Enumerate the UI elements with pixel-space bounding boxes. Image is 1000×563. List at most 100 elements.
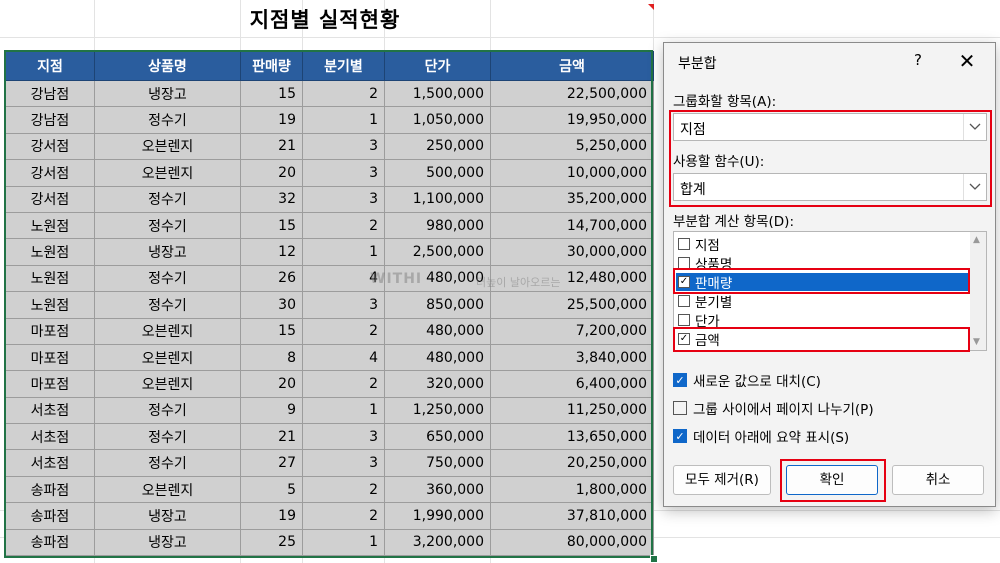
table-cell[interactable]: 20,250,000 bbox=[490, 449, 654, 477]
table-cell[interactable]: 노원점 bbox=[5, 291, 95, 319]
table-cell[interactable]: 1 bbox=[302, 528, 385, 557]
calc-item[interactable]: ✓ 금액 bbox=[676, 330, 968, 349]
checkbox-unchecked-icon[interactable] bbox=[678, 314, 690, 326]
table-cell[interactable]: 3 bbox=[302, 449, 385, 477]
table-cell[interactable]: 19,950,000 bbox=[490, 106, 654, 134]
table-cell[interactable]: 3 bbox=[302, 159, 385, 187]
table-cell[interactable]: 7,200,000 bbox=[490, 317, 654, 345]
table-cell[interactable]: 2 bbox=[302, 502, 385, 530]
table-cell[interactable]: 3 bbox=[302, 132, 385, 161]
header-cell[interactable]: 지점 bbox=[5, 51, 95, 81]
table-cell[interactable]: 1 bbox=[302, 106, 385, 134]
close-button[interactable]: ✕ bbox=[954, 48, 980, 74]
table-cell[interactable]: 송파점 bbox=[5, 475, 95, 504]
table-cell[interactable]: 정수기 bbox=[94, 185, 241, 213]
chevron-down-icon[interactable] bbox=[963, 114, 986, 140]
table-cell[interactable]: 송파점 bbox=[5, 528, 95, 557]
table-cell[interactable]: 마포점 bbox=[5, 343, 95, 372]
table-cell[interactable]: 정수기 bbox=[94, 106, 241, 134]
table-cell[interactable]: 8 bbox=[240, 343, 303, 372]
table-cell[interactable]: 4 bbox=[302, 343, 385, 372]
table-cell[interactable]: 80,000,000 bbox=[490, 528, 654, 557]
table-cell[interactable]: 정수기 bbox=[94, 264, 241, 293]
table-cell[interactable]: 마포점 bbox=[5, 370, 95, 398]
list-scrollbar[interactable]: ▲ ▼ bbox=[970, 232, 986, 350]
table-cell[interactable]: 21 bbox=[240, 132, 303, 161]
table-cell[interactable]: 서초점 bbox=[5, 396, 95, 425]
table-cell[interactable]: 정수기 bbox=[94, 211, 241, 240]
table-cell[interactable]: 3,840,000 bbox=[490, 343, 654, 372]
header-cell[interactable]: 분기별 bbox=[302, 51, 385, 81]
table-cell[interactable]: 강서점 bbox=[5, 159, 95, 187]
table-cell[interactable]: 마포점 bbox=[5, 317, 95, 345]
checkbox-checked-icon[interactable]: ✓ bbox=[678, 276, 690, 288]
table-cell[interactable]: 500,000 bbox=[384, 159, 491, 187]
table-cell[interactable]: 정수기 bbox=[94, 396, 241, 425]
table-cell[interactable]: 5 bbox=[240, 475, 303, 504]
calc-items-list[interactable]: 지점 상품명 ✓ 판매량 분기별 단가 ✓ 금액 ▲ ▼ bbox=[673, 231, 987, 351]
table-cell[interactable]: 노원점 bbox=[5, 211, 95, 240]
checkbox-unchecked-icon[interactable] bbox=[678, 238, 690, 250]
checkbox-checked-icon[interactable]: ✓ bbox=[678, 333, 690, 345]
table-cell[interactable]: 2 bbox=[302, 211, 385, 240]
table-cell[interactable]: 6,400,000 bbox=[490, 370, 654, 398]
table-cell[interactable]: 서초점 bbox=[5, 423, 95, 451]
table-cell[interactable]: 480,000 bbox=[384, 343, 491, 372]
calc-item[interactable]: ✓ 판매량 bbox=[676, 273, 968, 292]
table-cell[interactable]: 3 bbox=[302, 185, 385, 213]
calc-item[interactable]: 상품명 bbox=[676, 254, 968, 273]
table-cell[interactable]: 15 bbox=[240, 211, 303, 240]
table-cell[interactable]: 11,250,000 bbox=[490, 396, 654, 425]
header-cell[interactable]: 판매량 bbox=[240, 51, 303, 81]
table-cell[interactable]: 850,000 bbox=[384, 291, 491, 319]
summary-option[interactable]: ✓ 데이터 아래에 요약 표시(S) bbox=[673, 426, 849, 446]
table-cell[interactable]: 1,990,000 bbox=[384, 502, 491, 530]
calc-item[interactable]: 분기별 bbox=[676, 292, 968, 311]
replace-option[interactable]: ✓ 새로운 값으로 대치(C) bbox=[673, 370, 821, 390]
ok-button[interactable]: 확인 bbox=[786, 465, 878, 495]
table-cell[interactable]: 강서점 bbox=[5, 185, 95, 213]
table-cell[interactable]: 냉장고 bbox=[94, 238, 241, 266]
table-cell[interactable]: 360,000 bbox=[384, 475, 491, 504]
table-cell[interactable]: 1,250,000 bbox=[384, 396, 491, 425]
checkbox-checked-icon[interactable]: ✓ bbox=[673, 373, 687, 387]
table-cell[interactable]: 650,000 bbox=[384, 423, 491, 451]
header-cell[interactable]: 단가 bbox=[384, 51, 491, 81]
table-cell[interactable]: 22,500,000 bbox=[490, 79, 654, 108]
table-cell[interactable]: 3,200,000 bbox=[384, 528, 491, 557]
scroll-up-icon[interactable]: ▲ bbox=[973, 235, 980, 245]
checkbox-unchecked-icon[interactable] bbox=[678, 295, 690, 307]
table-cell[interactable]: 서초점 bbox=[5, 449, 95, 477]
fill-handle[interactable] bbox=[650, 555, 658, 563]
table-cell[interactable]: 노원점 bbox=[5, 238, 95, 266]
table-cell[interactable]: 오븐렌지 bbox=[94, 370, 241, 398]
calc-item[interactable]: 지점 bbox=[676, 235, 968, 254]
table-cell[interactable]: 35,200,000 bbox=[490, 185, 654, 213]
table-cell[interactable]: 2 bbox=[302, 317, 385, 345]
table-cell[interactable]: 강남점 bbox=[5, 106, 95, 134]
chevron-down-icon[interactable] bbox=[963, 174, 986, 200]
table-cell[interactable]: 14,700,000 bbox=[490, 211, 654, 240]
table-cell[interactable]: 13,650,000 bbox=[490, 423, 654, 451]
table-cell[interactable]: 송파점 bbox=[5, 502, 95, 530]
checkbox-checked-icon[interactable]: ✓ bbox=[673, 429, 687, 443]
table-cell[interactable]: 3 bbox=[302, 423, 385, 451]
table-cell[interactable]: 1 bbox=[302, 396, 385, 425]
table-cell[interactable]: 26 bbox=[240, 264, 303, 293]
table-cell[interactable]: 980,000 bbox=[384, 211, 491, 240]
table-cell[interactable]: 30 bbox=[240, 291, 303, 319]
table-cell[interactable]: 강서점 bbox=[5, 132, 95, 161]
table-cell[interactable]: 2 bbox=[302, 370, 385, 398]
table-cell[interactable]: 강남점 bbox=[5, 79, 95, 108]
data-table[interactable]: 지점 상품명 판매량 분기별 단가 금액 강남점 냉장고 15 2 1,500,000 2… bbox=[5, 51, 654, 557]
table-cell[interactable]: 15 bbox=[240, 79, 303, 108]
table-cell[interactable]: 1,800,000 bbox=[490, 475, 654, 504]
group-by-dropdown[interactable]: 지점 bbox=[673, 113, 987, 141]
table-cell[interactable]: 오븐렌지 bbox=[94, 317, 241, 345]
table-cell[interactable]: 10,000,000 bbox=[490, 159, 654, 187]
checkbox-unchecked-icon[interactable] bbox=[678, 257, 690, 269]
help-button[interactable]: ? bbox=[908, 51, 928, 69]
header-cell[interactable]: 상품명 bbox=[94, 51, 241, 81]
table-cell[interactable]: 정수기 bbox=[94, 291, 241, 319]
pagebreak-option[interactable]: 그룹 사이에서 페이지 나누기(P) bbox=[673, 398, 874, 418]
